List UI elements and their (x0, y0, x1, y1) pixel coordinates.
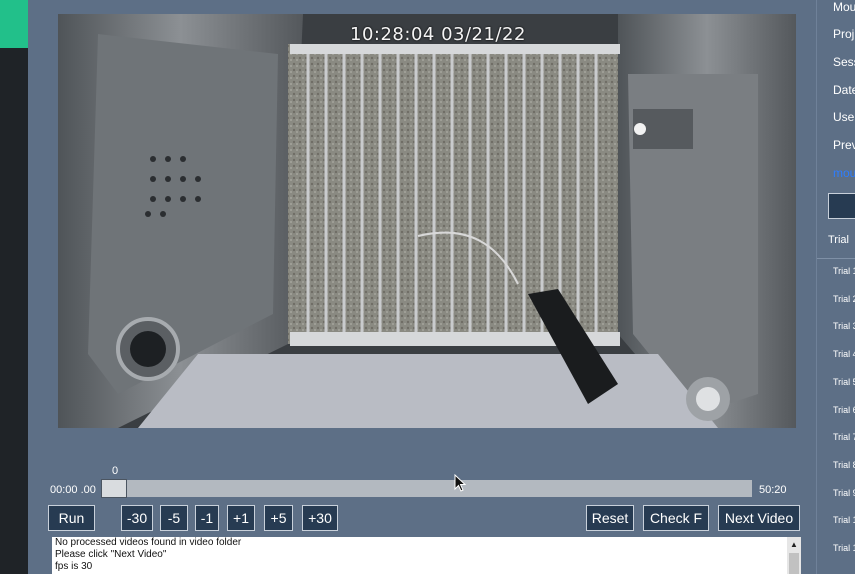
date-label: Date (833, 83, 855, 97)
video-frame: 10:28:04 03/21/22 (58, 14, 796, 428)
mouse-label: Mou (833, 0, 855, 14)
frame-value-label: 0 (112, 465, 119, 477)
minus1-button[interactable]: -1 (195, 505, 219, 531)
minus5-button[interactable]: -5 (160, 505, 188, 531)
mouse-cursor-icon (454, 474, 467, 492)
scrollbar-thumb[interactable] (789, 553, 799, 574)
log-line: Please click "Next Video" (55, 549, 167, 560)
check-button[interactable]: Check F (643, 505, 709, 531)
next-video-button[interactable]: Next Video (718, 505, 800, 531)
video-slider[interactable] (101, 479, 752, 498)
trial-item[interactable]: Trial 8 (833, 460, 855, 470)
run-button[interactable]: Run (48, 505, 95, 531)
right-panel: Mou Proj Sess Date Use Prev mou Trial Tr… (816, 0, 855, 574)
slider-handle[interactable] (101, 479, 127, 498)
plus1-button[interactable]: +1 (227, 505, 255, 531)
trial-item[interactable]: Trial 2 (833, 294, 855, 304)
video-timestamp: 10:28:04 03/21/22 (350, 24, 526, 45)
mouse-link[interactable]: mou (833, 166, 855, 180)
user-label: Use (833, 110, 855, 124)
trial-item[interactable]: Trial 5 (833, 377, 855, 387)
trial-item[interactable]: Trial 9 (833, 488, 855, 498)
plus30-button[interactable]: +30 (302, 505, 338, 531)
log-output[interactable]: No processed videos found in video folde… (52, 537, 787, 574)
trial-header: Trial (828, 234, 849, 246)
video-image (58, 14, 796, 428)
trial-item[interactable]: Trial 6 (833, 405, 855, 415)
log-line: No processed videos found in video folde… (55, 537, 242, 548)
log-line: fps is 30 (55, 561, 93, 572)
session-label: Sess (833, 55, 855, 69)
trial-item[interactable]: Trial 1 (833, 543, 855, 553)
reset-button[interactable]: Reset (586, 505, 634, 531)
left-sidebar-strip (0, 0, 28, 574)
log-scrollbar[interactable]: ▲ (787, 537, 801, 574)
minus30-button[interactable]: -30 (121, 505, 153, 531)
trial-item[interactable]: Trial 7 (833, 432, 855, 442)
prev-label: Prev (833, 138, 855, 152)
panel-button[interactable] (828, 193, 855, 219)
plus5-button[interactable]: +5 (264, 505, 293, 531)
trial-item[interactable]: Trial 1 (833, 515, 855, 525)
left-accent-bar (0, 0, 28, 48)
divider (817, 258, 855, 259)
current-time-label: 00:00 .00 (50, 484, 96, 496)
scroll-up-arrow-icon[interactable]: ▲ (790, 540, 798, 549)
trial-item[interactable]: Trial 4 (833, 349, 855, 359)
total-time-label: 50:20 (759, 484, 787, 496)
project-label: Proj (833, 27, 855, 41)
trial-item[interactable]: Trial 3 (833, 321, 855, 331)
trial-item[interactable]: Trial 1 (833, 266, 855, 276)
